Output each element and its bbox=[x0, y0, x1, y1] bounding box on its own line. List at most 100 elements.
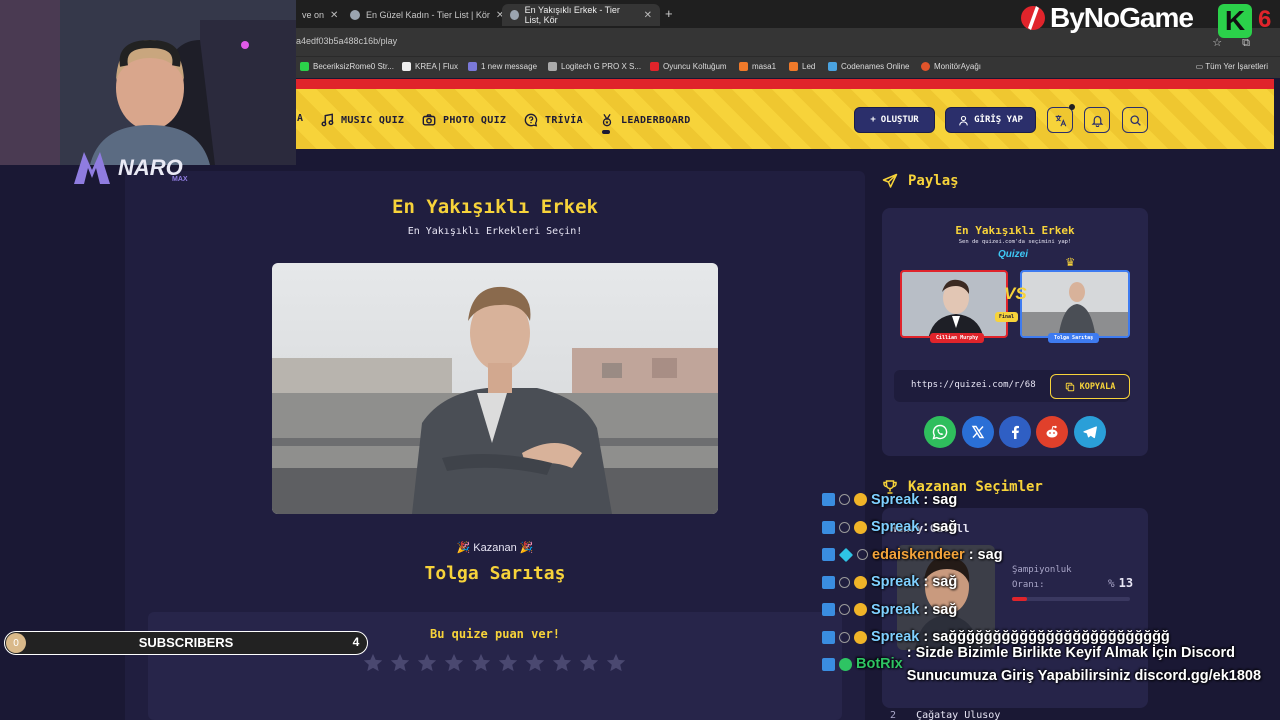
chat-username: Spreak bbox=[871, 519, 920, 536]
rating-star-icon[interactable] bbox=[470, 652, 492, 674]
subscriber-goal-label: SUBSCRIBERS bbox=[138, 635, 234, 650]
bookmark-label: Led bbox=[802, 62, 816, 71]
rating-star-icon[interactable] bbox=[524, 652, 546, 674]
chat-message: edaiskendeer: sag bbox=[822, 541, 1272, 569]
subscriber-count-start: 0 bbox=[6, 633, 26, 653]
bookmark-item[interactable]: Oyuncu Koltuğum bbox=[650, 62, 727, 71]
bookmark-label: Codenames Online bbox=[841, 62, 910, 71]
search-button[interactable] bbox=[1122, 107, 1148, 133]
naro-mark-icon bbox=[74, 152, 110, 184]
chat-username: Spreak bbox=[871, 601, 920, 618]
plus-icon: + bbox=[870, 115, 876, 125]
kick-logo: K bbox=[1218, 4, 1252, 38]
nav-label: PHOTO QUIZ bbox=[443, 114, 507, 126]
bookmark-label: Oyuncu Koltuğum bbox=[663, 62, 727, 71]
whatsapp-share-button[interactable] bbox=[924, 416, 956, 448]
mod-badge-icon bbox=[839, 576, 850, 588]
quiz-subtitle: En Yakışıklı Erkekleri Seçin! bbox=[407, 226, 583, 237]
copy-icon bbox=[1065, 382, 1074, 391]
share-heading: Paylaş bbox=[882, 173, 959, 189]
screen: ve on ✕ En Güzel Kadın - Tier List | Kör… bbox=[0, 0, 1280, 720]
create-button[interactable]: + OLUŞTUR bbox=[854, 107, 935, 133]
bookmark-item[interactable]: Led bbox=[789, 62, 815, 71]
winner-label: Kazanan bbox=[473, 542, 517, 554]
reddit-share-button[interactable] bbox=[1036, 416, 1068, 448]
bell-icon bbox=[1091, 115, 1103, 127]
camera-icon bbox=[422, 114, 436, 126]
preview-title: En Yakışıklı Erkek bbox=[955, 224, 1075, 237]
nav-item-partial[interactable]: A bbox=[297, 113, 303, 124]
folder-icon: ▭ bbox=[1195, 62, 1206, 71]
url-text[interactable]: a4edf03b5a488c16b/play bbox=[296, 36, 397, 46]
star-icon[interactable]: ☆ bbox=[1212, 36, 1222, 50]
rating-star-icon[interactable] bbox=[443, 652, 465, 674]
whatsapp-icon bbox=[932, 424, 948, 440]
chat-message: Spreak: sağ bbox=[822, 569, 1272, 597]
verified-badge-icon bbox=[839, 658, 852, 672]
all-bookmarks[interactable]: ▭ Tüm Yer İşaretleri bbox=[1196, 62, 1268, 71]
rating-star-icon[interactable] bbox=[605, 652, 627, 674]
left-tag-label: Cillian Murphy bbox=[936, 335, 979, 341]
preview-left-tag: Cillian Murphy bbox=[930, 333, 985, 343]
bookmark-label: KREA | Flux bbox=[415, 62, 458, 71]
bookmark-label: Logitech G PRO X S... bbox=[561, 62, 642, 71]
rating-star-icon[interactable] bbox=[362, 652, 384, 674]
x-share-button[interactable] bbox=[962, 416, 994, 448]
nav-label: A bbox=[297, 113, 304, 124]
share-link-text[interactable]: https://quizei.com/r/68 bbox=[911, 380, 1045, 390]
logitech-icon bbox=[548, 62, 557, 71]
notifications-button[interactable] bbox=[1084, 107, 1110, 133]
badge-icon bbox=[822, 630, 835, 644]
rating-stars[interactable] bbox=[362, 652, 627, 674]
bookmark-item[interactable]: KREA | Flux bbox=[402, 62, 458, 71]
winner-label-row: 🎉 Kazanan 🎉 bbox=[395, 541, 595, 554]
sub-badge-icon bbox=[854, 630, 867, 644]
telegram-share-button[interactable] bbox=[1074, 416, 1106, 448]
final-tag-label: Final bbox=[999, 314, 1015, 320]
all-bookmarks-label: Tüm Yer İşaretleri bbox=[1205, 62, 1268, 71]
rating-star-icon[interactable] bbox=[497, 652, 519, 674]
new-tab-icon[interactable]: + bbox=[665, 6, 673, 21]
nav-label: LEADERBOARD bbox=[621, 114, 691, 126]
quiz-title: En Yakışıklı Erkek bbox=[392, 196, 598, 218]
rating-star-icon[interactable] bbox=[389, 652, 411, 674]
copy-button[interactable]: KOPYALA bbox=[1050, 374, 1130, 399]
browser-tab[interactable]: ve on ✕ bbox=[294, 4, 346, 26]
rating-title: Bu quize puan ver! bbox=[429, 627, 561, 641]
facebook-share-button[interactable] bbox=[999, 416, 1031, 448]
close-icon[interactable]: ✕ bbox=[330, 10, 338, 21]
bookmark-label: MonitörAyağı bbox=[934, 62, 981, 71]
close-icon[interactable]: ✕ bbox=[644, 10, 652, 21]
nav-item-photo-quiz[interactable]: PHOTO QUIZ bbox=[422, 113, 506, 127]
favicon-icon bbox=[510, 10, 519, 20]
login-button[interactable]: GİRİŞ YAP bbox=[945, 107, 1036, 133]
crown-icon: ♛ bbox=[1066, 254, 1075, 270]
chat-overlay: Spreak: sag Spreak: sağ edaiskendeer: sag S… bbox=[822, 486, 1272, 684]
mod-badge-icon bbox=[839, 521, 850, 533]
kick-icon bbox=[300, 62, 309, 71]
bookmark-item[interactable]: MonitörAyağı bbox=[921, 62, 981, 71]
bookmark-item[interactable]: BeceriksizRome0 Str... bbox=[300, 62, 394, 71]
winner-photo bbox=[272, 263, 718, 514]
rating-star-icon[interactable] bbox=[416, 652, 438, 674]
bookmark-item[interactable]: masa1 bbox=[739, 62, 776, 71]
tab-label: En Güzel Kadın - Tier List | Kör bbox=[366, 10, 490, 20]
rating-star-icon[interactable] bbox=[578, 652, 600, 674]
language-button[interactable] bbox=[1047, 107, 1073, 133]
nav-item-music-quiz[interactable]: MUSIC QUIZ bbox=[320, 113, 404, 127]
monitor-icon bbox=[921, 62, 930, 71]
bookmark-item[interactable]: Logitech G PRO X S... bbox=[548, 62, 641, 71]
bookmark-item[interactable]: 1 new message bbox=[468, 62, 537, 71]
chat-message: Spreak: sag bbox=[822, 486, 1272, 514]
second-winner-row[interactable]: 2 Çağatay Ulusoy bbox=[890, 710, 1000, 720]
chat-text: : sag bbox=[923, 491, 958, 508]
bookmark-item[interactable]: Codenames Online bbox=[828, 62, 909, 71]
codenames-icon bbox=[828, 62, 837, 71]
nav-item-trivia[interactable]: TRİVİA bbox=[524, 113, 583, 127]
extensions-icon[interactable]: ⧉ bbox=[1242, 36, 1250, 50]
browser-tab-active[interactable]: En Yakışıklı Erkek - Tier List, Kör ✕ bbox=[502, 4, 660, 26]
nav-item-leaderboard[interactable]: LEADERBOARD bbox=[600, 113, 691, 127]
winner-name: Tolga Sarıtaş bbox=[424, 563, 566, 584]
rating-star-icon[interactable] bbox=[551, 652, 573, 674]
browser-tab[interactable]: En Güzel Kadın - Tier List | Kör ✕ bbox=[342, 4, 512, 26]
